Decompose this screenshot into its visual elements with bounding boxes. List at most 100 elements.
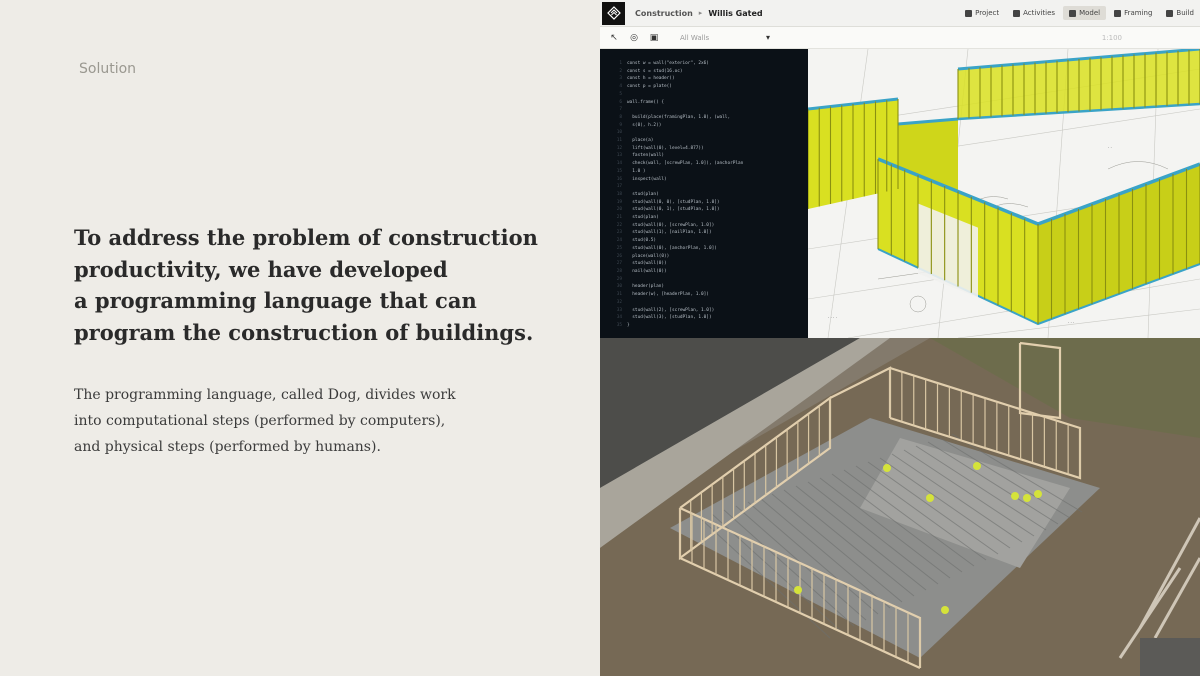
code-line: 12 lift(wall(0), level=4.877)) [608,145,808,153]
code-text: nail(wall(0)) [627,268,667,274]
hammer-icon [1166,9,1174,17]
line-number: 12 [616,145,622,151]
code-line: 26 place(wall(0)) [608,253,808,261]
code-text: const s = stud(16.oc) [627,68,683,74]
line-number: 4 [619,84,622,90]
code-text: stud(wall(2), [screwPlan, 1.0]) [627,307,715,313]
line-number: 22 [616,222,622,228]
code-text: stud(wall(0, 1), [studPlan, 1.0]) [627,207,720,213]
app-logo-icon[interactable] [602,1,625,25]
line-number: 35 [616,322,622,328]
pointer-icon[interactable]: ↖ [608,32,620,44]
line-number: 34 [616,315,622,321]
framing-model-illustration: · · · · · · · · · [808,49,1200,338]
code-text: s(0), h.2)) [627,122,662,128]
code-text: const p = plate() [627,84,672,90]
3d-model-viewport[interactable]: · · · · · · · · · [808,49,1200,338]
tab-activities[interactable]: Activities [1007,6,1061,20]
code-line: 34 stud(wall(3), [studPlan, 1.0]) [608,314,808,322]
line-number: 19 [616,199,622,205]
code-text: inspect(wall) [627,176,667,182]
breadcrumb-project[interactable]: Willis Gated [708,9,762,18]
construction-site-photo [600,338,1200,676]
code-text: check(wall, [screwPlan, 1.0]), (anchorPl… [627,161,744,167]
code-line: 9 s(0), h.2)) [608,122,808,130]
tab-label: Activities [1023,9,1056,17]
frame-icon [1114,9,1122,17]
code-line: 3 const h = header() [608,75,808,83]
body-line: and physical steps (performed by humans)… [74,439,381,455]
line-number: 27 [616,261,622,267]
code-line: 22 stud(wall(0), [screwPlan, 1.0]) [608,222,808,230]
code-text: place(wall(0)) [627,253,670,259]
headline-line: To address the problem of construction [74,225,538,250]
code-line: 16 inspect(wall) [608,176,808,184]
code-text: header(w), [headerPlan, 1.0]) [627,292,709,298]
line-number: 33 [616,307,622,313]
body-line: The programming language, called Dog, di… [74,387,456,403]
code-text: fasten(wall) [627,153,665,159]
layer-select-value: All Walls [680,33,710,42]
line-number: 15 [616,168,622,174]
code-line: 29 [608,276,808,284]
app-screenshot: Construction ▸ Willis Gated Project Acti… [600,0,1200,338]
tab-framing[interactable]: Framing [1108,6,1158,20]
code-line: 32 [608,299,808,307]
code-line: 20 stud(wall(0, 1), [studPlan, 1.0]) [608,206,808,214]
code-line: 19 stud(wall(0, 0), [studPlan, 1.0]) [608,199,808,207]
aerial-framing-illustration [600,338,1200,676]
line-number: 11 [616,138,622,144]
orbit-icon[interactable]: ◎ [628,32,640,44]
code-line: 1 const w = wall("exterior", 2x6) [608,60,808,68]
headline-line: a programming language that can [74,288,477,313]
tab-project[interactable]: Project [959,6,1005,20]
line-number: 1 [619,61,622,66]
app-toolbar: ↖ ◎ ▣ All Walls ▾ 1:100 [600,27,1200,49]
tab-build[interactable]: Build [1160,6,1200,20]
code-text: stud(plan) [627,191,659,197]
code-text: lift(wall(0), level=4.877)) [627,145,704,151]
code-line: 2 const s = stud(16.oc) [608,68,808,76]
camera-icon[interactable]: ▣ [648,32,660,44]
code-text: stud(0.5) [627,238,657,244]
folder-icon [965,9,973,17]
code-text: } [627,322,630,328]
tab-model[interactable]: Model [1063,6,1107,20]
code-text: header(plan) [627,284,665,290]
line-number: 30 [616,284,622,290]
line-number: 5 [619,91,622,97]
line-number: 31 [616,292,622,298]
breadcrumb-separator-icon: ▸ [698,9,703,17]
tab-label: Framing [1124,9,1153,17]
code-text: stud(wall(3), [studPlan, 1.0]) [627,315,712,321]
code-text: stud(wall(0, 0), [studPlan, 1.0]) [627,199,720,205]
line-number: 10 [616,130,622,136]
code-text: wall.frame() { [627,99,665,105]
line-number: 8 [619,114,622,120]
code-line: 27 stud(wall(0)) [608,260,808,268]
body-paragraph: The programming language, called Dog, di… [74,382,554,460]
line-number: 24 [616,238,622,244]
line-number: 7 [619,107,622,113]
code-text: 1.0 ) [627,168,646,174]
code-line: 17 [608,183,808,191]
svg-text:· · · ·: · · · · [828,315,837,320]
code-editor[interactable]: 1 const w = wall("exterior", 2x6) 2 const s… [600,49,808,338]
code-line: 33 stud(wall(2), [screwPlan, 1.0]) [608,307,808,315]
layer-select[interactable]: All Walls ▾ [676,31,772,45]
code-line: 30 header(plan) [608,283,808,291]
line-number: 9 [619,122,622,128]
breadcrumb-section[interactable]: Construction [635,9,693,18]
code-line: 21 stud(plan) [608,214,808,222]
code-text: place(a) [627,138,654,144]
line-number: 2 [619,68,622,74]
chevron-down-icon: ▾ [765,33,770,42]
code-line: 5 [608,91,808,99]
code-line: 31 header(w), [headerPlan, 1.0]) [608,291,808,299]
code-line: 23 stud(wall(1), [nailPlan, 1.0]) [608,229,808,237]
activity-icon [1013,9,1021,17]
code-text: stud(plan) [627,215,659,221]
code-text: stud(wall(0), [anchorPlan, 1.0]) [627,245,717,251]
code-line: 13 fasten(wall) [608,152,808,160]
code-line: 24 stud(0.5) [608,237,808,245]
